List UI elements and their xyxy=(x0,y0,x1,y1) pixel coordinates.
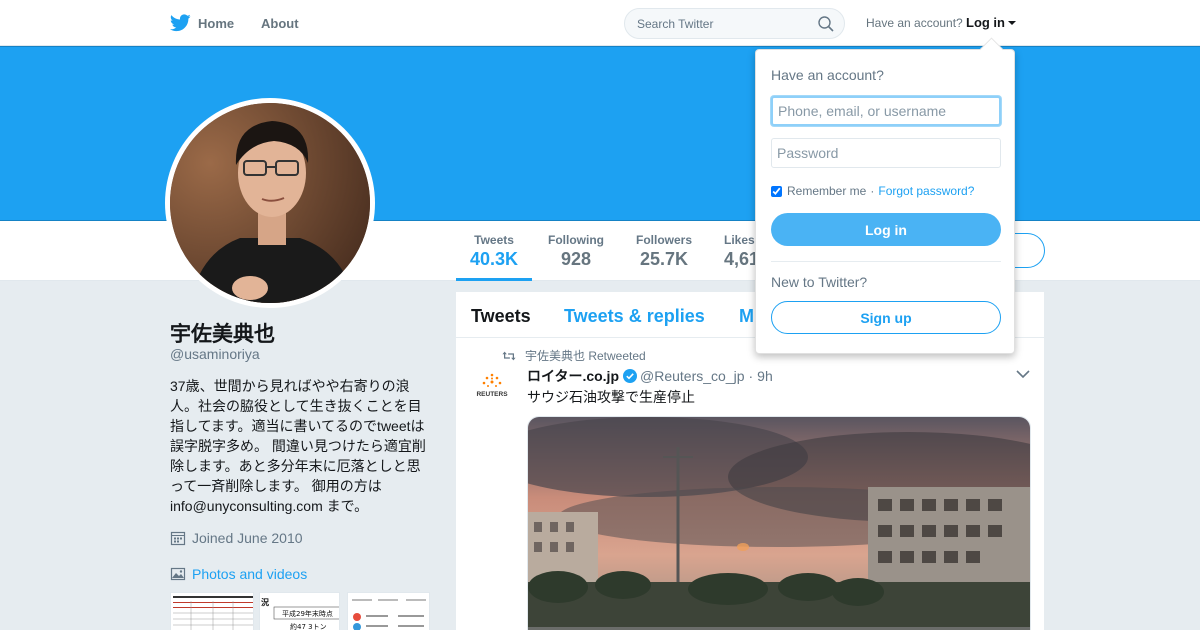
tab-tweets[interactable]: Tweets xyxy=(471,306,531,327)
twitter-bird-icon xyxy=(170,14,191,32)
avatar-photo xyxy=(170,103,370,303)
remember-separator: · xyxy=(870,184,875,198)
remember-me-checkbox[interactable] xyxy=(771,185,782,197)
tweet-avatar[interactable]: REUTERS xyxy=(472,368,512,408)
stat-following[interactable]: Following 928 xyxy=(548,233,604,270)
search-icon[interactable] xyxy=(818,16,834,32)
login-link-label: Log in xyxy=(966,15,1005,30)
stat-label: Tweets xyxy=(474,233,514,247)
divider xyxy=(771,261,1001,262)
login-dropdown-toggle[interactable]: Log in xyxy=(966,15,1016,30)
search-placeholder: Search Twitter xyxy=(637,17,714,31)
have-account-text: Have an account? xyxy=(866,16,963,30)
reuters-wordmark: REUTERS xyxy=(476,391,508,398)
tab-tweets-replies[interactable]: Tweets & replies xyxy=(564,306,705,327)
media-thumbnail[interactable] xyxy=(170,592,254,630)
stat-followers[interactable]: Followers 25.7K xyxy=(636,233,692,270)
tweet-text: サウジ石油攻撃で生産停止 xyxy=(527,389,695,405)
password-input[interactable] xyxy=(771,138,1001,168)
tab-media[interactable]: M xyxy=(739,306,754,327)
nav-about[interactable]: About xyxy=(261,16,299,31)
retweet-context: 宇佐美典也 Retweeted xyxy=(502,347,646,364)
stat-label: Following xyxy=(548,233,604,247)
tweet-author-name[interactable]: ロイター.co.jp xyxy=(527,366,619,386)
login-dropdown: Have an account? Remember me · Forgot pa… xyxy=(755,49,1015,354)
tweet-author-handle[interactable]: @Reuters_co_jp xyxy=(640,368,745,384)
retweet-icon xyxy=(502,351,516,360)
joined-text: Joined June 2010 xyxy=(192,530,303,546)
verified-badge-icon xyxy=(623,369,637,383)
profile-handle[interactable]: @usaminoriya xyxy=(170,346,260,362)
profile-avatar[interactable] xyxy=(165,98,375,308)
media-thumbnail[interactable] xyxy=(347,592,430,630)
top-nav: Home About Search Twitter Have an accoun… xyxy=(0,0,1200,46)
stat-value: 928 xyxy=(560,249,592,269)
forgot-password-link[interactable]: Forgot password? xyxy=(878,184,974,198)
photos-videos-label: Photos and videos xyxy=(192,566,308,582)
media-thumbnail[interactable]: 況平成29年末時点 約47 3トン xyxy=(259,592,340,630)
nav-home[interactable]: Home xyxy=(170,13,234,33)
login-button[interactable]: Log in xyxy=(771,213,1001,246)
remember-me-label[interactable]: Remember me xyxy=(787,184,866,198)
signup-button[interactable]: Sign up xyxy=(771,301,1001,334)
login-dropdown-title: Have an account? xyxy=(771,67,884,83)
image-icon xyxy=(170,567,186,581)
tweet-dot: · xyxy=(748,368,754,384)
stat-value: 4,61 xyxy=(724,249,760,269)
thumb-heading: 況 xyxy=(261,597,269,607)
tweet-timestamp[interactable]: 9h xyxy=(757,368,773,384)
new-to-twitter-text: New to Twitter? xyxy=(771,274,868,290)
joined-date: Joined June 2010 xyxy=(170,530,303,546)
nav-home-label: Home xyxy=(198,15,235,31)
thumb-row-2: 約47 3トン xyxy=(290,622,327,630)
photos-videos-link[interactable]: Photos and videos xyxy=(170,566,307,582)
profile-bio: 37歳、世間から見ればやや右寄りの浪人。社会の脇役として生き抜くことを目指してま… xyxy=(170,378,426,514)
chevron-down-icon[interactable] xyxy=(1016,369,1030,379)
stat-value: 25.7K xyxy=(639,249,689,269)
thumb-row-1: 平成29年末時点 xyxy=(282,609,333,618)
stat-tweets[interactable]: Tweets 40.3K xyxy=(455,233,533,281)
tweet-media-image[interactable] xyxy=(527,416,1031,630)
stat-label: Followers xyxy=(636,233,693,247)
stat-label: Likes xyxy=(724,233,755,247)
calendar-icon xyxy=(170,531,186,546)
stat-value: 40.3K xyxy=(470,249,519,269)
username-input[interactable] xyxy=(771,96,1001,126)
remember-me-row: Remember me · Forgot password? xyxy=(771,184,974,198)
retweet-context-text: 宇佐美典也 Retweeted xyxy=(525,349,646,363)
tweet-header: ロイター.co.jp @Reuters_co_jp · 9h xyxy=(527,366,773,386)
profile-name[interactable]: 宇佐美典也 xyxy=(170,318,275,348)
caret-down-icon xyxy=(1008,20,1016,25)
search-input[interactable]: Search Twitter xyxy=(624,8,845,39)
stat-likes[interactable]: Likes 4,61 xyxy=(724,233,759,270)
